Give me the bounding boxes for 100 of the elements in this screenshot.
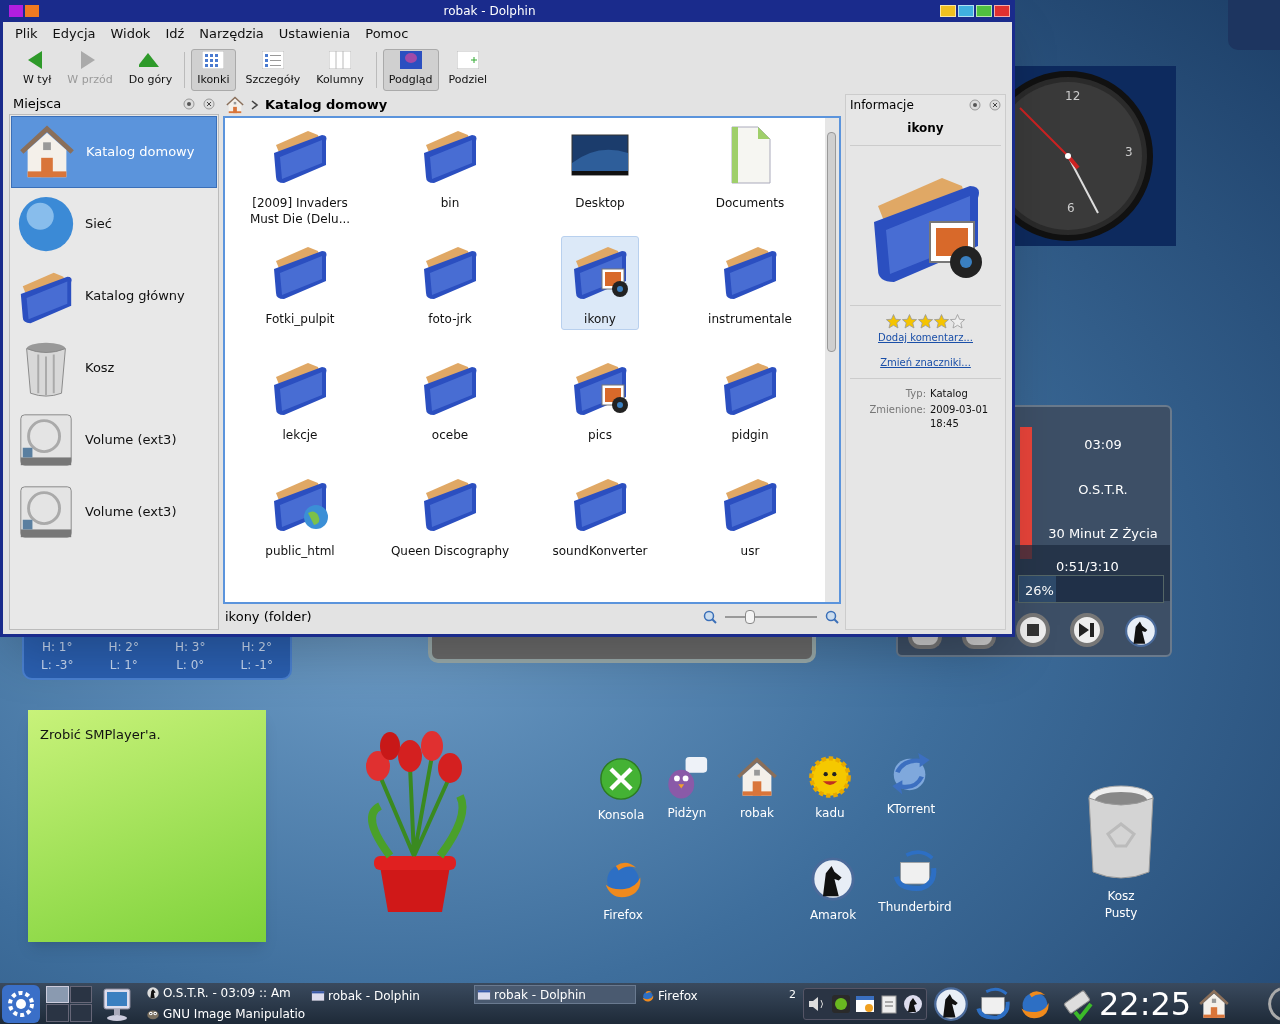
file-item[interactable]: ikony <box>561 236 639 330</box>
desktop-pager[interactable] <box>46 985 92 1022</box>
toolbar-button[interactable]: W tył <box>17 49 58 91</box>
sun-icon <box>807 754 853 800</box>
file-item[interactable]: pics <box>561 352 639 446</box>
desktop-shortcut[interactable]: Amarok <box>798 856 868 924</box>
zoom-in-icon[interactable] <box>825 610 839 624</box>
zoom-out-icon[interactable] <box>703 610 717 624</box>
zoom-slider[interactable] <box>725 610 817 624</box>
gear-icon <box>7 989 35 1018</box>
places-item[interactable]: Volume (ext3) <box>11 476 217 548</box>
file-item[interactable]: bin <box>411 120 489 214</box>
desktop-shortcut[interactable]: kadu <box>795 754 865 822</box>
file-item[interactable]: usr <box>711 468 789 562</box>
desktop-shortcut[interactable]: Thunderbird <box>880 848 950 916</box>
file-item[interactable]: Documents <box>711 120 789 214</box>
menu-item[interactable]: Plik <box>15 24 38 44</box>
close-icon[interactable] <box>989 99 1001 111</box>
show-desktop-button[interactable] <box>102 985 134 1022</box>
places-item[interactable]: Kosz <box>11 332 217 404</box>
toolbar-button[interactable]: Szczegóły <box>239 49 307 91</box>
taskbar-task[interactable]: robak - Dolphin <box>474 985 636 1004</box>
high-temperature: H: 2° <box>108 639 139 656</box>
property-label: Typ: <box>904 387 926 401</box>
clock-numeral: 3 <box>1125 146 1133 158</box>
file-item[interactable]: ocebe <box>411 352 489 446</box>
split-view-icon <box>456 51 479 70</box>
wolf-icon[interactable] <box>933 985 969 1022</box>
file-item[interactable]: lekcje <box>261 352 339 446</box>
menu-item[interactable]: Narzędzia <box>199 24 264 44</box>
next-button[interactable] <box>1070 613 1104 647</box>
desktop-shortcut[interactable]: Firefox <box>588 856 658 924</box>
places-item[interactable]: Volume (ext3) <box>11 404 217 476</box>
file-item[interactable]: Fotki_pulpit <box>261 236 339 330</box>
amarok-button[interactable] <box>1124 613 1160 649</box>
next-icon <box>1079 623 1095 637</box>
file-item[interactable]: [2009] Invaders Must Die (Delu... <box>241 120 359 230</box>
star-icon <box>950 314 965 329</box>
taskbar-task[interactable]: robak - Dolphin <box>309 986 474 1005</box>
desktop-shortcut[interactable]: robak <box>722 754 792 822</box>
pause-button[interactable] <box>962 637 996 649</box>
float-icon[interactable] <box>183 98 195 110</box>
menu-item[interactable]: Pomoc <box>365 24 409 44</box>
toolbar-button[interactable]: Podziel <box>442 49 494 91</box>
file-item[interactable]: Queen Discography <box>387 468 513 562</box>
places-item[interactable]: Katalog główny <box>11 260 217 332</box>
taskbar-task[interactable]: O.S.T.R. - 03:09 :: Am <box>144 983 309 1003</box>
stop-icon <box>1027 624 1039 636</box>
file-name: ikony <box>850 119 1001 146</box>
toolbar-button[interactable]: Ikonki <box>191 49 236 91</box>
mail-icon <box>892 848 938 894</box>
taskbar-task[interactable]: GNU Image Manipulatio <box>144 1004 309 1024</box>
desktop-number: 2 <box>789 987 797 1003</box>
menu-item[interactable]: Edycja <box>52 24 96 44</box>
low-temperature: L: 0° <box>176 657 205 674</box>
file-item[interactable]: foto-jrk <box>411 236 489 330</box>
file-item[interactable]: public_html <box>261 468 339 562</box>
zoom-thumb[interactable] <box>744 610 755 624</box>
breadcrumb-item[interactable]: Katalog domowy <box>265 95 388 115</box>
taskbar-task[interactable]: Firefox <box>639 986 789 1005</box>
file-item[interactable]: Desktop <box>561 120 639 214</box>
trash-shortcut[interactable]: Kosz Pusty <box>1082 784 1160 922</box>
menu-item[interactable]: Ustawienia <box>278 24 351 44</box>
artist-name: O.S.T.R. <box>1078 480 1128 499</box>
menu-item[interactable]: Idź <box>165 24 185 44</box>
note-text: Zrobić SMPlayer'a. <box>40 727 161 742</box>
mail-icon[interactable] <box>975 985 1011 1022</box>
comment-link[interactable]: Dodaj komentarz... <box>850 330 1001 345</box>
wolf-icon[interactable] <box>903 993 923 1014</box>
window-title: robak - Dolphin <box>443 3 536 20</box>
calendar-icon[interactable] <box>855 993 875 1014</box>
wolf-icon <box>146 986 160 1000</box>
toolbar-button[interactable]: Kolumny <box>310 49 370 91</box>
toolbar-button[interactable]: Podgląd <box>382 49 439 91</box>
close-icon[interactable] <box>203 98 215 110</box>
window-icon <box>311 988 325 1003</box>
start-menu-button[interactable] <box>2 984 40 1023</box>
low-temperature: L: -1° <box>240 657 273 674</box>
tags-link[interactable]: Zmień znaczniki... <box>850 355 1001 379</box>
clock-time: 22:25 <box>1099 986 1192 1021</box>
file-item[interactable]: pidgin <box>711 352 789 446</box>
places-item[interactable]: Sieć <box>11 188 217 260</box>
high-temperature: H: 1° <box>42 639 73 656</box>
volume-percent: 26% <box>1025 582 1054 600</box>
icon-grid-icon <box>202 51 225 70</box>
stop-button[interactable] <box>1016 613 1050 647</box>
toolbar-button[interactable]: Do góry <box>122 49 179 91</box>
desktop-shortcut[interactable]: KTorrent <box>876 750 946 818</box>
property-value: 2009-03-01 18:45 <box>930 403 990 431</box>
menu-item[interactable]: Widok <box>110 24 151 44</box>
clock-numeral: 12 <box>1065 90 1081 102</box>
detail-list-icon <box>261 51 284 70</box>
high-temperature: H: 2° <box>241 639 272 656</box>
float-icon[interactable] <box>969 99 981 111</box>
clipboard-icon[interactable] <box>879 993 899 1014</box>
scrollbar[interactable] <box>825 118 839 602</box>
file-item[interactable]: soundKonverter <box>537 468 663 562</box>
previous-button[interactable] <box>908 637 942 649</box>
file-item[interactable]: instrumentale <box>687 236 813 330</box>
volume-bar[interactable]: 26% <box>1018 575 1164 603</box>
